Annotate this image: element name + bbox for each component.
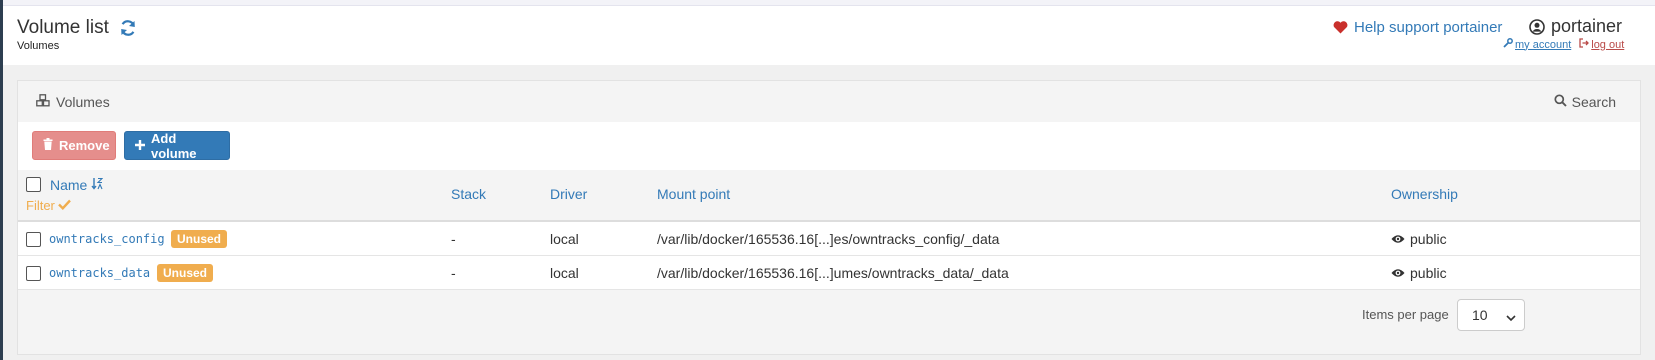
account-links: my account log out [1503,38,1624,51]
volume-name-link[interactable]: owntracks_config [49,232,165,246]
ownership-label: public [1410,231,1447,247]
table-footer: Items per page 10 [18,291,1640,355]
mount-point-cell: /var/lib/docker/165536.16[...]umes/owntr… [657,265,1009,281]
action-bar: Remove Add volume [18,122,1640,170]
plus-icon [135,138,145,153]
volumes-widget: Volumes Search Remove Add volume Name Fi… [17,80,1641,355]
column-name-label: Name [50,177,88,193]
items-per-page-value: 10 [1472,307,1488,323]
filter-label: Filter [26,198,55,213]
breadcrumb: Volumes [17,40,60,52]
eye-icon [1391,231,1405,247]
search-icon [1554,94,1567,110]
search-button[interactable]: Search [1554,94,1616,110]
cubes-icon [36,94,50,110]
mount-point-cell: /var/lib/docker/165536.16[...]es/owntrac… [657,231,1000,247]
ownership-cell: public [1391,231,1447,247]
ownership-label: public [1410,265,1447,281]
search-label: Search [1571,94,1616,110]
stack-cell: - [451,231,456,247]
column-header-mount-point[interactable]: Mount point [657,186,730,202]
add-volume-button[interactable]: Add volume [124,130,230,161]
ownership-cell: public [1391,265,1447,281]
table-header: Name Filter Stack Driver Mount point Own… [18,170,1640,222]
column-header-name[interactable]: Name [50,177,104,193]
help-support-link[interactable]: Help support portainer [1333,19,1502,36]
column-header-ownership[interactable]: Ownership [1391,186,1458,202]
filter-button[interactable]: Filter [26,198,71,213]
help-support-label: Help support portainer [1354,19,1503,36]
items-per-page-label: Items per page [1362,307,1449,322]
unused-badge: Unused [157,264,214,282]
widget-title-text: Volumes [56,94,110,110]
unused-badge: Unused [171,230,228,248]
refresh-icon[interactable] [119,19,137,37]
log-out-link[interactable]: log out [1579,38,1624,51]
widget-title: Volumes [36,94,110,110]
log-out-label: log out [1591,38,1625,51]
eye-icon [1391,265,1405,281]
volume-name-link[interactable]: owntracks_data [49,266,150,280]
widget-header: Volumes Search [18,81,1640,122]
my-account-link[interactable]: my account [1503,38,1571,51]
add-volume-label: Add volume [151,130,197,161]
check-icon [58,198,71,213]
user-info: portainer [1529,16,1622,37]
items-per-page-select[interactable]: 10 [1457,299,1525,331]
driver-cell: local [550,231,579,247]
volumes-table: Name Filter Stack Driver Mount point Own… [18,170,1640,290]
wrench-icon [1503,38,1513,51]
column-header-stack[interactable]: Stack [451,186,486,202]
user-avatar-icon [1529,18,1545,35]
username: portainer [1551,16,1623,36]
table-row: owntracks_config Unused - local /var/lib… [18,222,1640,256]
my-account-label: my account [1515,38,1572,51]
table-row: owntracks_data Unused - local /var/lib/d… [18,256,1640,290]
chevron-down-icon [1506,310,1516,326]
remove-label: Remove [59,138,110,153]
top-divider [3,0,1655,6]
trash-icon [43,138,53,153]
driver-cell: local [550,265,579,281]
page-header: Volume list Volumes Help support portain… [3,7,1655,65]
sign-out-icon [1579,38,1590,51]
column-header-driver[interactable]: Driver [550,186,587,202]
select-all-checkbox[interactable] [26,177,41,192]
row-checkbox[interactable] [26,266,41,281]
stack-cell: - [451,265,456,281]
remove-button[interactable]: Remove [32,131,116,160]
row-checkbox[interactable] [26,232,41,247]
sort-alpha-asc-icon [91,177,104,193]
page-title: Volume list [17,17,137,39]
heart-icon [1333,21,1348,34]
page-title-text: Volume list [17,17,109,38]
